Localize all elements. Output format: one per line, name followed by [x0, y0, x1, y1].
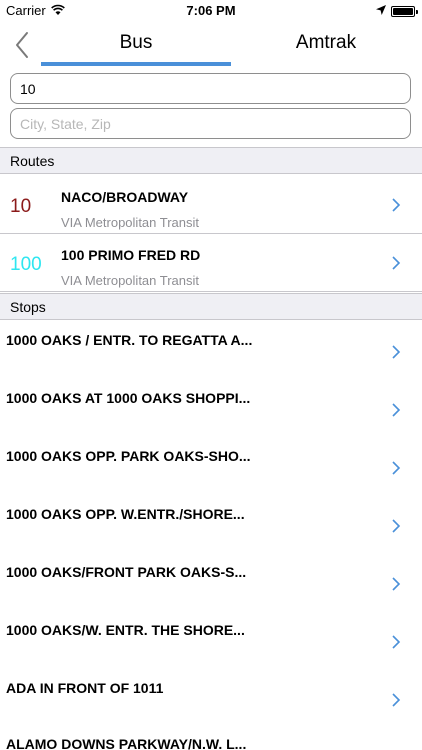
stops-header-label: Stops: [10, 299, 46, 315]
chevron-right-icon: [392, 461, 401, 475]
stop-row[interactable]: ALAMO DOWNS PARKWAY/N.W. L...: [0, 728, 422, 750]
route-row[interactable]: 10 NACO/BROADWAY VIA Metropolitan Transi…: [0, 176, 422, 234]
stops-section-header: Stops: [0, 293, 422, 320]
route-number: 100: [10, 254, 42, 275]
status-bar: Carrier 7:06 PM: [0, 0, 422, 22]
chevron-right-icon: [392, 345, 401, 359]
chevron-right-icon: [392, 577, 401, 591]
chevron-right-icon: [392, 403, 401, 417]
stop-name: ALAMO DOWNS PARKWAY/N.W. L...: [6, 736, 247, 750]
stop-name: 1000 OAKS OPP. PARK OAKS-SHO...: [6, 448, 251, 464]
routes-section-header: Routes: [0, 147, 422, 174]
route-row[interactable]: 100 100 PRIMO FRED RD VIA Metropolitan T…: [0, 234, 422, 292]
routes-header-label: Routes: [10, 153, 55, 169]
tab-selected-indicator: [41, 62, 231, 66]
stop-name: 1000 OAKS/W. ENTR. THE SHORE...: [6, 622, 245, 638]
stop-row[interactable]: ADA IN FRONT OF 1011: [0, 670, 422, 728]
chevron-left-icon[interactable]: [14, 31, 30, 59]
stop-row[interactable]: 1000 OAKS/FRONT PARK OAKS-S...: [0, 554, 422, 612]
chevron-right-icon: [392, 693, 401, 707]
stop-name: 1000 OAKS OPP. W.ENTR./SHORE...: [6, 506, 245, 522]
route-agency: VIA Metropolitan Transit: [61, 273, 200, 288]
chevron-right-icon: [392, 519, 401, 533]
stop-row[interactable]: 1000 OAKS OPP. W.ENTR./SHORE...: [0, 496, 422, 554]
battery-icon: [391, 6, 418, 17]
route-number: 10: [10, 196, 32, 217]
location-arrow-icon: [376, 5, 386, 15]
route-agency: VIA Metropolitan Transit: [61, 215, 200, 230]
tab-amtrak[interactable]: Amtrak: [231, 32, 421, 62]
stop-name: 1000 OAKS AT 1000 OAKS SHOPPI...: [6, 390, 251, 406]
location-search-input[interactable]: [10, 108, 411, 139]
route-name: NACO/BROADWAY: [61, 189, 189, 205]
stop-row[interactable]: 1000 OAKS / ENTR. TO REGATTA A...: [0, 322, 422, 380]
chevron-right-icon: [392, 635, 401, 649]
stop-row[interactable]: 1000 OAKS/W. ENTR. THE SHORE...: [0, 612, 422, 670]
stop-name: 1000 OAKS/FRONT PARK OAKS-S...: [6, 564, 247, 580]
stop-name: ADA IN FRONT OF 1011: [6, 680, 164, 696]
stop-row[interactable]: 1000 OAKS AT 1000 OAKS SHOPPI...: [0, 380, 422, 438]
top-nav: Bus Amtrak: [0, 22, 422, 70]
stop-row[interactable]: 1000 OAKS OPP. PARK OAKS-SHO...: [0, 438, 422, 496]
route-name: 100 PRIMO FRED RD: [61, 247, 201, 263]
clock: 7:06 PM: [186, 3, 236, 18]
stop-name: 1000 OAKS / ENTR. TO REGATTA A...: [6, 332, 253, 348]
chevron-right-icon: [392, 198, 401, 212]
chevron-right-icon: [392, 256, 401, 270]
tab-bus[interactable]: Bus: [41, 32, 231, 62]
route-search-input[interactable]: [10, 73, 411, 104]
